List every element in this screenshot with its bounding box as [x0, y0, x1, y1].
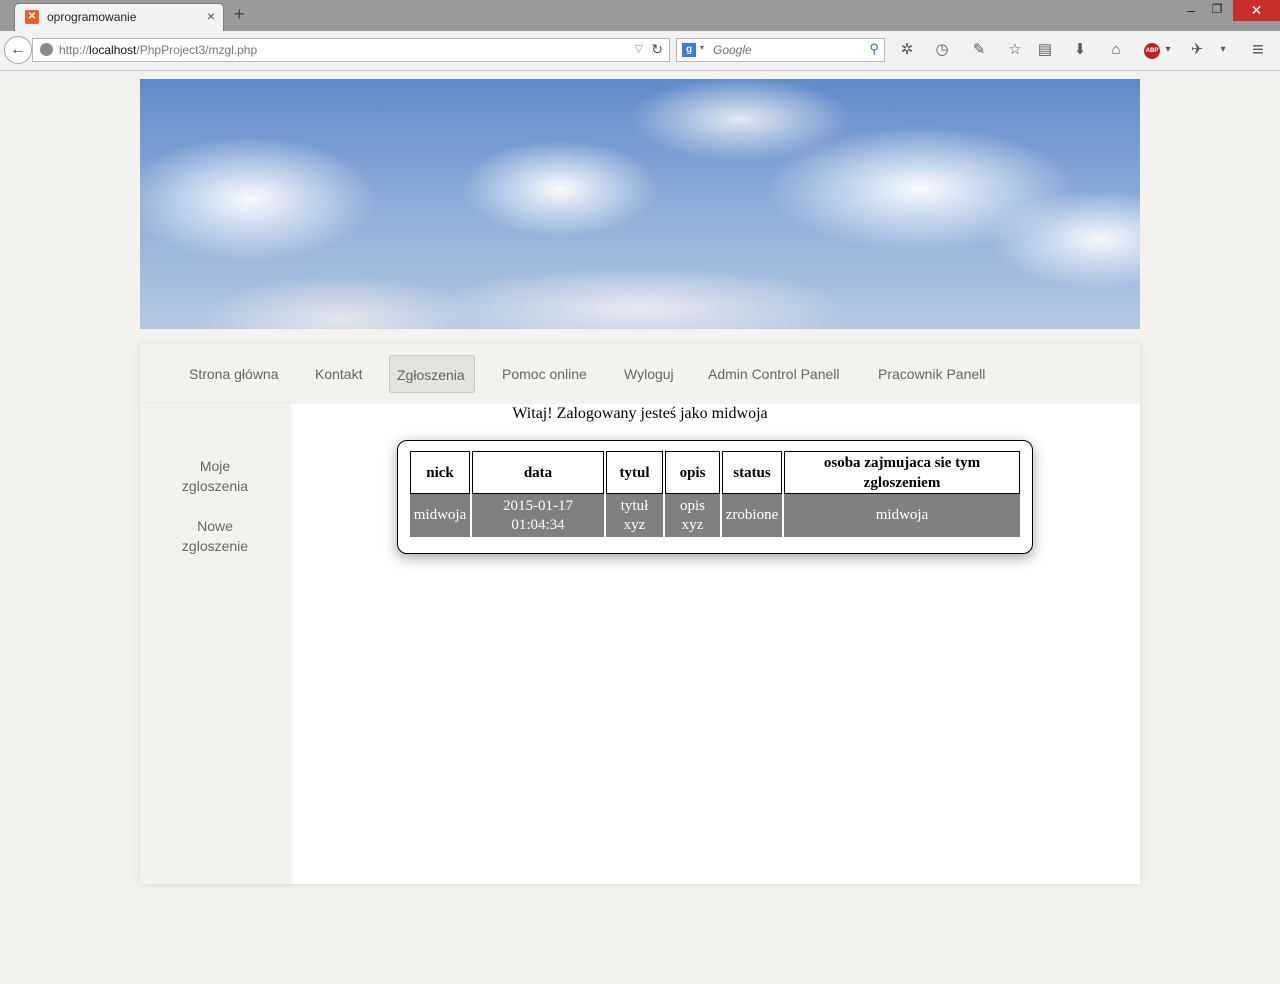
- sidebar-item-label: Nowe zgloszenie: [181, 518, 249, 554]
- cell-opis: opis xyz: [665, 494, 720, 537]
- reload-icon[interactable]: ↻: [651, 41, 663, 58]
- tab-close-icon[interactable]: ×: [207, 8, 215, 24]
- menu-item-kontakt[interactable]: Kontakt: [315, 366, 362, 382]
- adblock-dropdown-icon[interactable]: ▾: [1158, 40, 1178, 60]
- browser-tab-bar: ✕ oprogramowanie × + – ❐ ✕: [0, 0, 1280, 31]
- google-icon[interactable]: g: [682, 43, 696, 57]
- menu-item-zgloszenia[interactable]: Zgłoszenia: [397, 367, 465, 383]
- welcome-message: Witaj! Zalogowany jesteś jako midwoja: [512, 405, 768, 422]
- main-menu: Strona główna Kontakt Zgłoszenia Pomoc o…: [140, 344, 1140, 404]
- menu-item-wyloguj[interactable]: Wyloguj: [624, 366, 674, 382]
- history-icon[interactable]: ◷: [932, 40, 952, 60]
- sidebar-item-label: Moje zgloszenia: [181, 458, 249, 494]
- browser-tab[interactable]: ✕ oprogramowanie ×: [14, 3, 224, 31]
- cell-tytul: tytuł xyz: [606, 494, 663, 537]
- table-card: nick data tytul opis status osoba zajmuj…: [397, 440, 1033, 554]
- download-icon[interactable]: ⬇: [1070, 40, 1090, 60]
- back-button[interactable]: ←: [4, 36, 32, 64]
- search-engine-dropdown-icon[interactable]: ▾: [700, 43, 704, 52]
- reader-icon[interactable]: ▤: [1035, 40, 1055, 60]
- extension-icon[interactable]: ✈: [1187, 40, 1207, 60]
- cell-data: 2015-01-17 01:04:34: [472, 494, 604, 537]
- menu-item-pracownik-panell[interactable]: Pracownik Panell: [878, 366, 985, 382]
- column-header-nick: nick: [410, 451, 470, 494]
- xampp-favicon-icon: ✕: [25, 10, 39, 24]
- url-dropdown-icon[interactable]: ▽: [635, 42, 643, 55]
- sidebar-item-nowe-zgloszenie[interactable]: Nowe zgloszenie: [140, 516, 290, 556]
- search-bar[interactable]: g ▾ ⚲: [676, 38, 885, 62]
- tab-title: oprogramowanie: [47, 10, 137, 24]
- search-go-icon[interactable]: ⚲: [869, 41, 879, 57]
- home-icon[interactable]: ⌂: [1106, 40, 1126, 60]
- search-input[interactable]: [713, 42, 853, 58]
- address-bar[interactable]: http://localhost/PhpProject3/mzgl.php ▽ …: [32, 38, 670, 62]
- minimize-button[interactable]: –: [1184, 2, 1198, 18]
- sidebar-item-moje-zgloszenia[interactable]: Moje zgloszenia: [140, 456, 290, 496]
- column-header-status: status: [722, 451, 782, 494]
- tickets-table: nick data tytul opis status osoba zajmuj…: [408, 451, 1022, 537]
- menu-item-strona-glowna[interactable]: Strona główna: [189, 366, 279, 382]
- url-text[interactable]: http://localhost/PhpProject3/mzgl.php: [59, 43, 257, 57]
- new-tab-button[interactable]: +: [234, 4, 245, 25]
- tools-icon[interactable]: ✎: [969, 40, 989, 60]
- hamburger-menu-icon[interactable]: ≡: [1248, 40, 1268, 60]
- restore-button[interactable]: ❐: [1210, 2, 1224, 16]
- header-banner-image: [140, 79, 1140, 329]
- column-header-data: data: [472, 451, 604, 494]
- browser-nav-bar: ← http://localhost/PhpProject3/mzgl.php …: [0, 31, 1280, 71]
- column-header-tytul: tytul: [606, 451, 663, 494]
- gear-icon[interactable]: ✲: [897, 40, 917, 60]
- menu-item-pomoc-online[interactable]: Pomoc online: [502, 366, 587, 382]
- cell-nick: midwoja: [410, 494, 470, 537]
- column-header-opis: opis: [665, 451, 720, 494]
- cell-status: zrobione: [722, 494, 782, 537]
- menu-item-admin-control-panell[interactable]: Admin Control Panell: [708, 366, 840, 382]
- globe-icon: [40, 43, 53, 56]
- table-row: midwoja 2015-01-17 01:04:34 tytuł xyz op…: [410, 494, 1020, 537]
- bookmark-star-icon[interactable]: ☆: [1005, 40, 1025, 60]
- window-close-button[interactable]: ✕: [1233, 0, 1280, 21]
- table-header-row: nick data tytul opis status osoba zajmuj…: [410, 451, 1020, 494]
- extension-dropdown-icon[interactable]: ▾: [1213, 40, 1233, 60]
- sidebar: Moje zgloszenia Nowe zgloszenie: [140, 404, 290, 884]
- column-header-osoba: osoba zajmujaca sie tym zgloszeniem: [784, 451, 1020, 494]
- cell-osoba: midwoja: [784, 494, 1020, 537]
- page-container: Strona główna Kontakt Zgłoszenia Pomoc o…: [140, 344, 1140, 884]
